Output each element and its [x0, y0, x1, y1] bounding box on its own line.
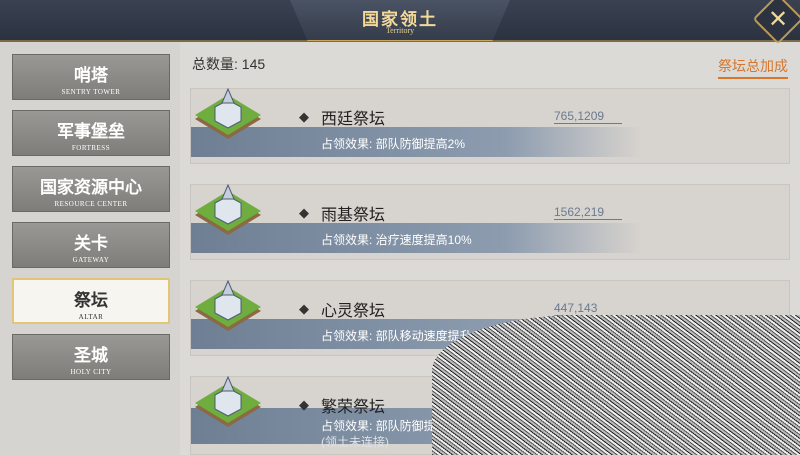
sidebar-item-sublabel: HOLY CITY — [70, 368, 112, 376]
altar-tile-icon — [195, 375, 261, 427]
altar-name: 繁荣祭坛 — [321, 399, 386, 416]
sidebar-item-gateway[interactable]: 关卡 GATEWAY — [12, 222, 170, 268]
altar-card[interactable]: ◆ 西廷祭坛 765,1209 占领效果: 部队防御提高2% — [190, 87, 790, 164]
sidebar-item-altar[interactable]: 祭坛 ALTAR — [12, 278, 170, 324]
altar-name: 心灵祭坛 — [321, 303, 386, 320]
altar-name: 雨基祭坛 — [321, 207, 386, 224]
altar-coords-link[interactable]: 765,1209 — [554, 109, 623, 124]
altar-tile-icon — [195, 87, 261, 139]
diamond-icon: ◆ — [299, 109, 309, 124]
category-sidebar: 哨塔 SENTRY TOWER 军事堡垒 FORTRESS 国家资源中心 RES… — [0, 42, 180, 455]
sidebar-item-holy-city[interactable]: 圣城 HOLY CITY — [12, 334, 170, 380]
page-subtitle: Territory — [385, 26, 415, 35]
territory-not-connected-note: (领土未连接) — [321, 435, 389, 449]
sidebar-item-sentry-tower[interactable]: 哨塔 SENTRY TOWER — [12, 54, 170, 100]
close-icon: ✕ — [767, 5, 789, 33]
sidebar-item-label: 关卡 — [74, 234, 108, 253]
altar-name: 西廷祭坛 — [321, 111, 386, 128]
sidebar-item-label: 国家资源中心 — [40, 178, 142, 197]
altar-coords-link[interactable]: 1562,219 — [554, 205, 623, 220]
sidebar-item-label: 圣城 — [74, 346, 108, 365]
altar-tile-icon — [195, 279, 261, 331]
top-bar: 国家领土 Territory ✕ — [0, 0, 800, 45]
altar-effect: 占领效果: 治疗速度提高10% — [321, 233, 472, 247]
sidebar-item-sublabel: ALTAR — [78, 313, 104, 321]
altar-effect: 占领效果: 部队防御提 — [321, 419, 436, 433]
sidebar-item-resource-center[interactable]: 国家资源中心 RESOURCE CENTER — [12, 166, 170, 212]
altar-tile-icon — [195, 183, 261, 235]
diamond-icon: ◆ — [299, 301, 309, 316]
total-count: 总数量: 145 — [192, 56, 266, 72]
altar-coords-link[interactable]: 447,143 — [554, 301, 616, 316]
altar-effect: 占领效果: 部队防御提高2% — [321, 137, 466, 151]
sidebar-item-sublabel: SENTRY TOWER — [61, 88, 121, 96]
sidebar-item-sublabel: FORTRESS — [71, 144, 111, 152]
diamond-icon: ◆ — [299, 397, 309, 412]
close-button[interactable]: ✕ — [752, 0, 800, 45]
redaction-noise — [432, 315, 800, 455]
sidebar-item-label: 军事堡垒 — [57, 122, 125, 141]
title-plate: 国家领土 Territory — [290, 0, 510, 41]
sidebar-item-sublabel: RESOURCE CENTER — [54, 200, 128, 208]
diamond-icon: ◆ — [299, 205, 309, 220]
sidebar-item-fortress[interactable]: 军事堡垒 FORTRESS — [12, 110, 170, 156]
sidebar-item-label: 祭坛 — [74, 291, 108, 310]
sidebar-item-sublabel: GATEWAY — [72, 256, 110, 264]
altar-card[interactable]: ◆ 雨基祭坛 1562,219 占领效果: 治疗速度提高10% — [190, 183, 790, 260]
sidebar-item-label: 哨塔 — [74, 66, 108, 85]
altar-bonus-link[interactable]: 祭坛总加成 — [718, 56, 788, 79]
